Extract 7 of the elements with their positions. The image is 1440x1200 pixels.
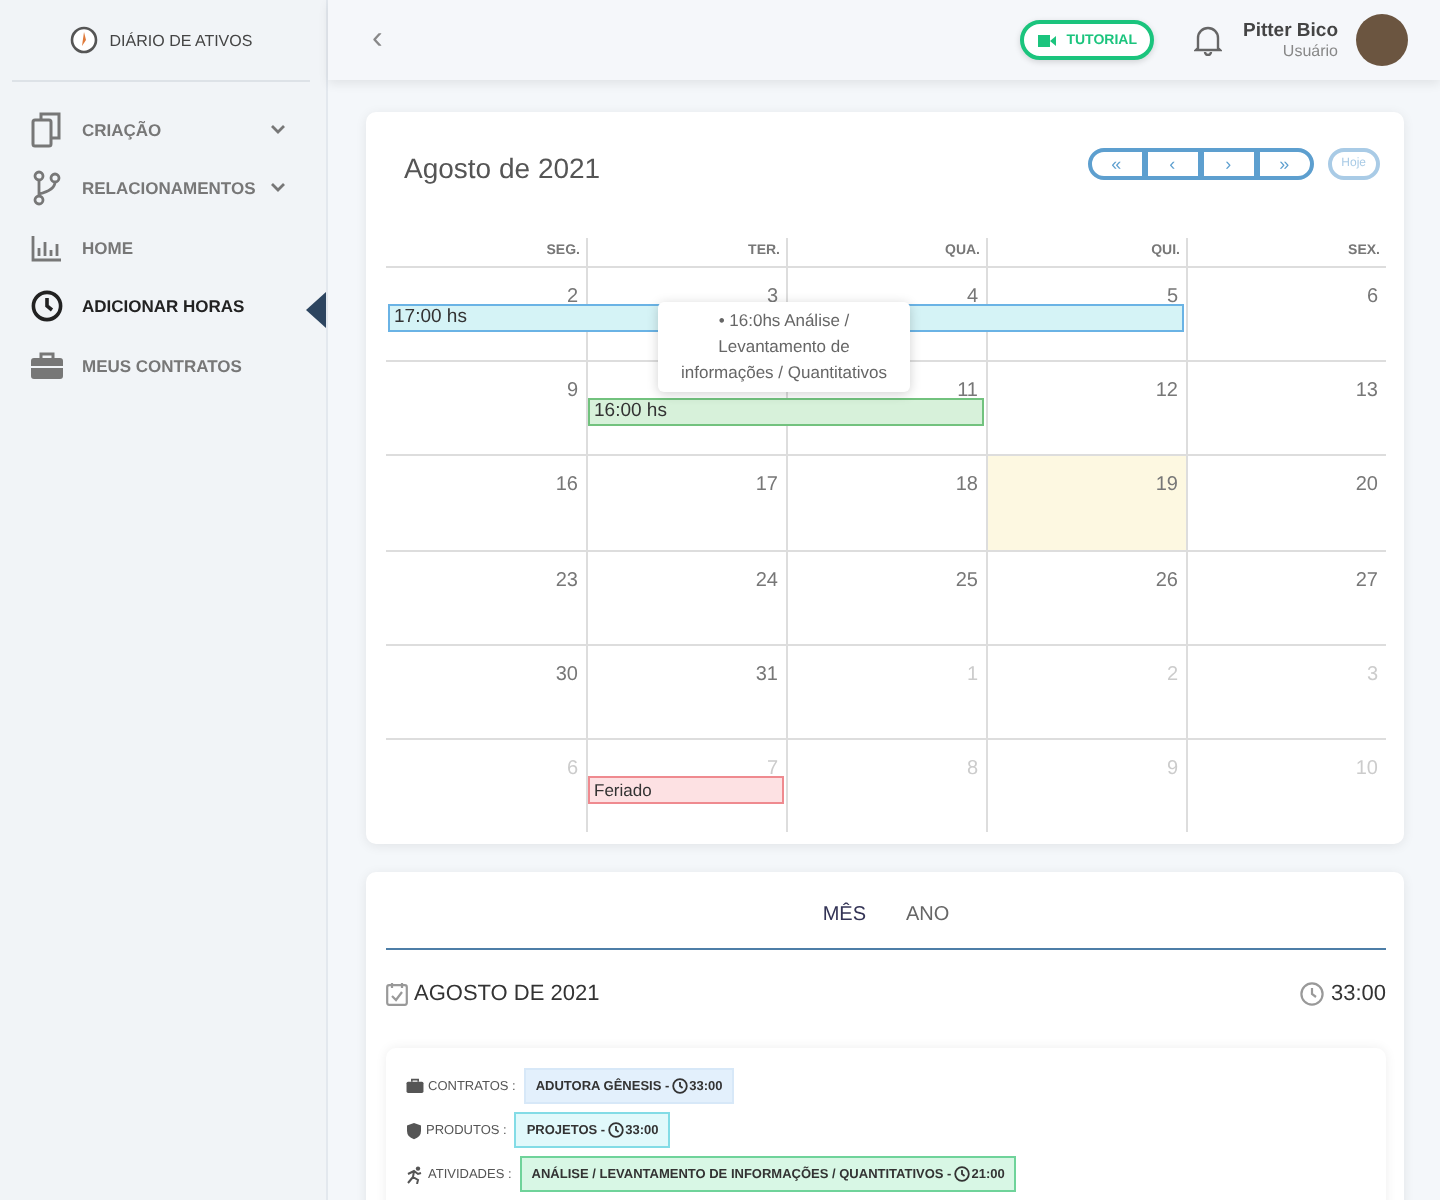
user-name: Pitter Bico (1242, 20, 1338, 42)
period-label: AGOSTO DE 2021 (414, 982, 600, 1007)
calendar-title: Agosto de 2021 (404, 152, 601, 184)
brand-name: DIÁRIO DE ATIVOS (109, 31, 253, 49)
event-tooltip: • 16:0hs Análise / Levantamento de informações / Quantitativos (658, 302, 910, 392)
total-hours: 33:00 (1330, 982, 1386, 1007)
user-role: Usuário (1282, 42, 1338, 60)
